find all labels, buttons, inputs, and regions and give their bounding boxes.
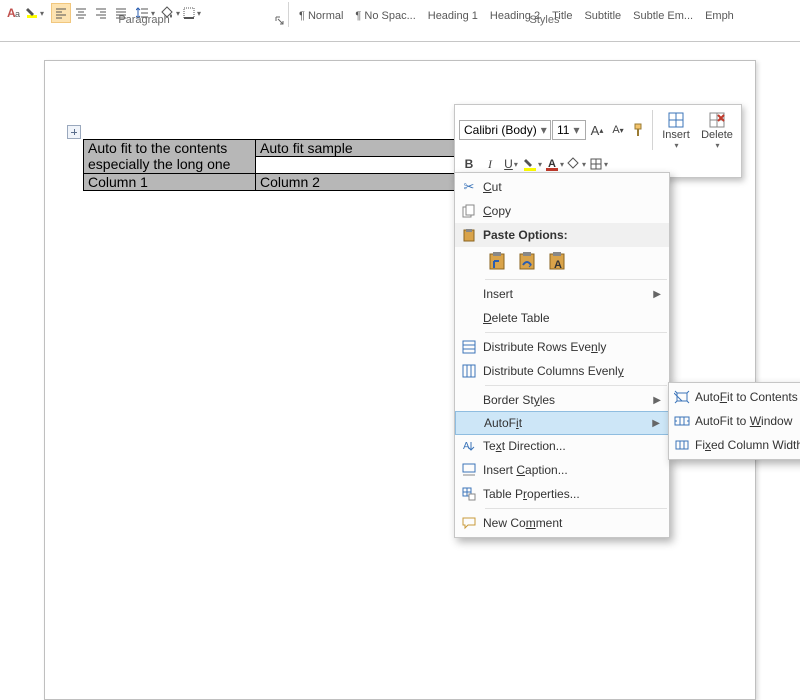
autofit-window-icon	[669, 414, 695, 428]
delete-button[interactable]: Delete▾	[697, 108, 737, 152]
font-size-combo[interactable]: 11▾	[552, 120, 586, 140]
distribute-rows-icon	[455, 340, 483, 354]
font-color-button[interactable]: A▾	[544, 154, 565, 174]
table-properties-icon	[455, 487, 483, 501]
fixed-width-icon	[669, 438, 695, 452]
svg-text:A: A	[554, 259, 562, 271]
paragraph-group-label: Paragraph	[0, 14, 288, 28]
ctx-insert-caption[interactable]: Insert Caption...	[455, 458, 669, 482]
paste-merge-icon[interactable]	[515, 249, 539, 273]
borders-mini-button[interactable]: ▾	[588, 154, 609, 174]
table-row: Auto fit to the contents especially the …	[84, 140, 484, 174]
ctx-copy[interactable]: Copy	[455, 199, 669, 223]
grow-font-button[interactable]: A▴	[587, 120, 607, 140]
styles-group-label: Styles	[289, 14, 800, 28]
ctx-autofit[interactable]: AutoFit▶	[455, 411, 669, 435]
autofit-submenu: AutoFit to Contents AutoFit to Window Fi…	[668, 382, 800, 460]
paste-icon	[455, 228, 483, 242]
ctx-insert[interactable]: Insert▶	[455, 282, 669, 306]
comment-icon	[455, 516, 483, 530]
autofit-contents-icon	[669, 390, 695, 404]
format-painter-button[interactable]	[629, 120, 649, 140]
text-direction-icon: A	[455, 439, 483, 453]
highlight-color-button[interactable]: ▾	[522, 154, 543, 174]
ctx-distribute-rows[interactable]: Distribute Rows Evenly	[455, 335, 669, 359]
fixed-column-width[interactable]: Fixed Column Width	[669, 433, 800, 457]
paragraph-group: Aa ▾ ▾ ▾ ▾ Paragraph	[0, 0, 288, 28]
paste-options-row: A	[455, 247, 669, 277]
shading-mini-button[interactable]: ▾	[566, 154, 587, 174]
caption-icon	[455, 463, 483, 477]
ctx-new-comment[interactable]: New Comment	[455, 511, 669, 535]
ctx-cut[interactable]: ✂ Cut	[455, 175, 669, 199]
insert-button[interactable]: Insert▾	[656, 108, 696, 152]
ctx-table-properties[interactable]: Table Properties...	[455, 482, 669, 506]
ctx-delete-table[interactable]: Delete Table	[455, 306, 669, 330]
cut-icon: ✂	[455, 179, 483, 195]
autofit-contents[interactable]: AutoFit to Contents	[669, 385, 800, 409]
ctx-distribute-cols[interactable]: Distribute Columns Evenly	[455, 359, 669, 383]
copy-icon	[455, 204, 483, 218]
ctx-text-direction[interactable]: A Text Direction...	[455, 434, 669, 458]
autofit-window[interactable]: AutoFit to Window	[669, 409, 800, 433]
paragraph-dialog-launcher[interactable]	[274, 15, 286, 27]
italic-button[interactable]: I	[480, 154, 500, 174]
shrink-font-button[interactable]: A▾	[608, 120, 628, 140]
mini-toolbar: Calibri (Body)▾ 11▾ A▴ A▾ Insert▾ Delete…	[454, 104, 742, 178]
distribute-cols-icon	[455, 364, 483, 378]
ctx-paste-options: Paste Options:	[455, 223, 669, 247]
context-menu: ✂ Cut Copy Paste Options: A Insert▶ Dele…	[454, 172, 670, 538]
svg-text:A: A	[463, 441, 470, 452]
document-table[interactable]: Auto fit to the contents especially the …	[83, 139, 484, 191]
paste-text-only-icon[interactable]: A	[545, 249, 569, 273]
table-move-handle[interactable]	[67, 125, 81, 139]
ctx-border-styles[interactable]: Border Styles▶	[455, 388, 669, 412]
paste-keep-source-icon[interactable]	[485, 249, 509, 273]
styles-group: ¶ Normal ¶ No Spac... Heading 1 Heading …	[289, 0, 800, 28]
table-cell[interactable]: Column 2	[256, 174, 484, 191]
table-cell[interactable]: Auto fit to the contents especially the …	[84, 140, 256, 174]
table-cell[interactable]: Auto fit sample	[256, 140, 484, 174]
ribbon: Aa ▾ ▾ ▾ ▾ Paragraph ¶ Normal ¶ No Spac.…	[0, 0, 800, 42]
font-family-combo[interactable]: Calibri (Body)▾	[459, 120, 551, 140]
table-row: Column 1 Column 2	[84, 174, 484, 191]
bold-button[interactable]: B	[459, 154, 479, 174]
table-cell[interactable]: Column 1	[84, 174, 256, 191]
underline-button[interactable]: U▾	[501, 154, 521, 174]
